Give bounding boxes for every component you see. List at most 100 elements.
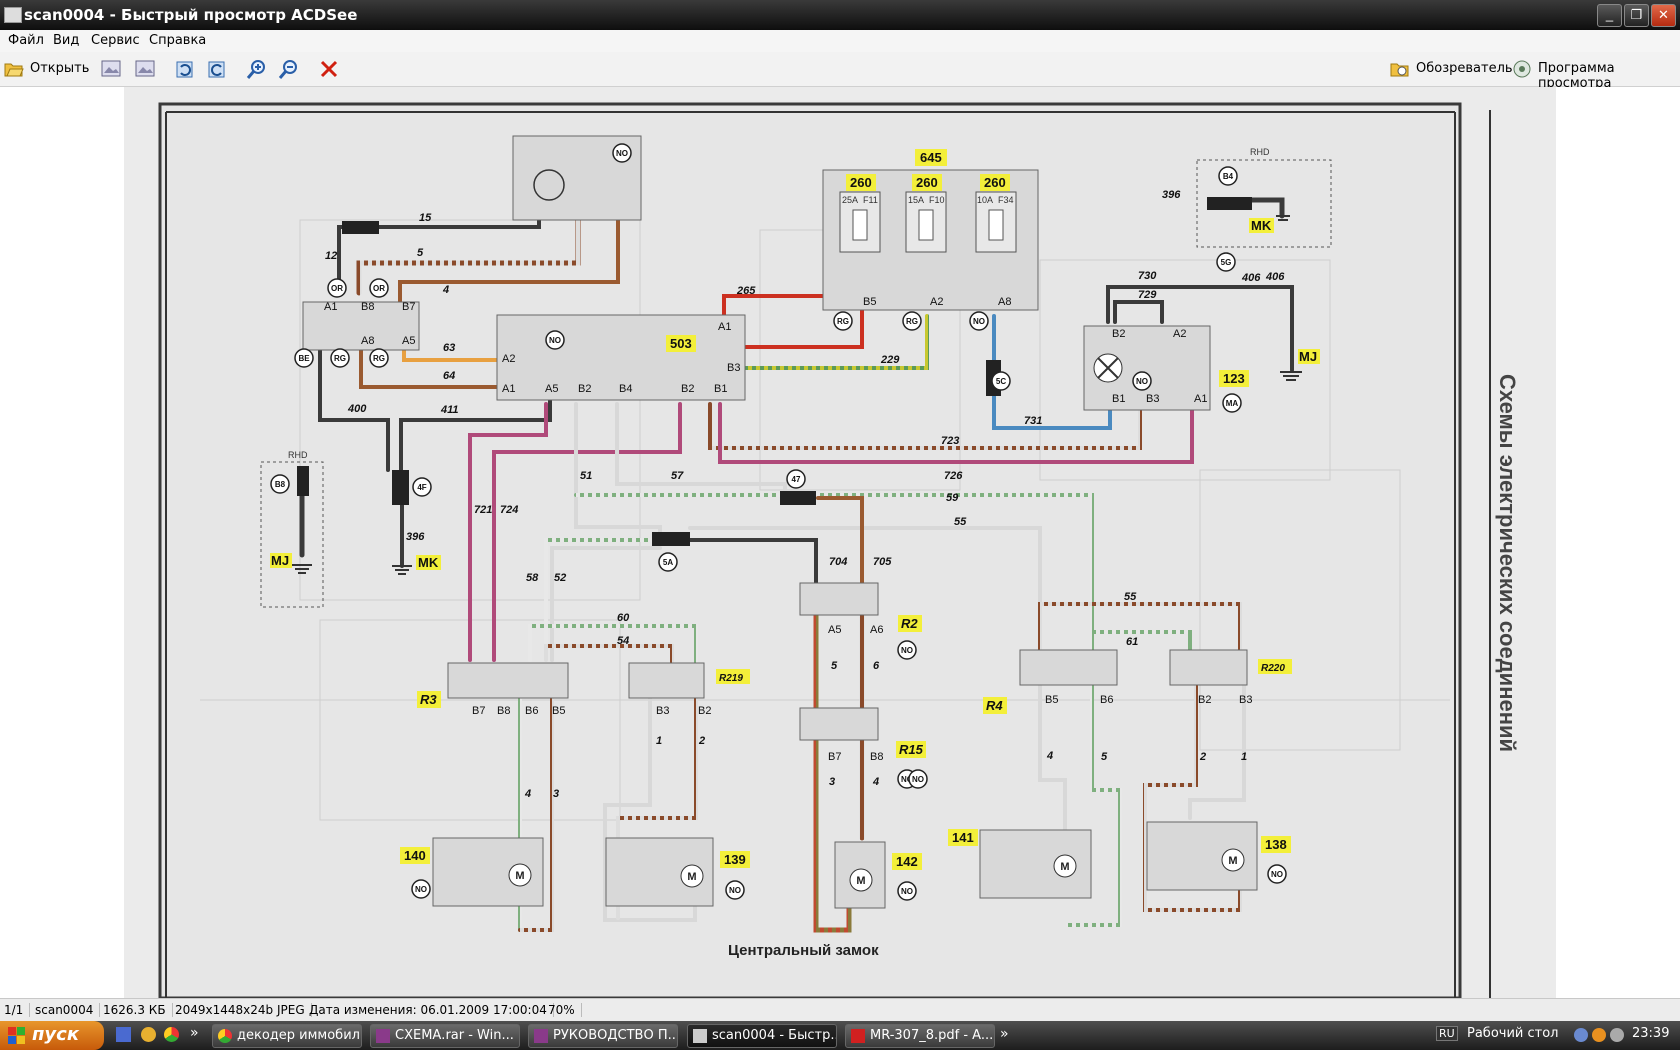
task-item[interactable]: СХЕМА.rar - Win... [370, 1024, 520, 1048]
next-image-icon[interactable] [134, 58, 156, 80]
label-r220: R220 [1261, 663, 1285, 674]
pin-label: A5 [402, 335, 415, 347]
pin-label: B8 [361, 301, 374, 313]
menu-bar: Файл Вид Сервис Справка [0, 30, 1680, 52]
menu-tools[interactable]: Сервис [91, 33, 140, 48]
acdsee-app-icon[interactable] [4, 7, 22, 23]
svg-text:M: M [515, 870, 524, 882]
connector-badge-label: 5G [1221, 258, 1232, 267]
clock[interactable]: 23:39 [1632, 1026, 1669, 1041]
connector-badge-label: RG [334, 354, 346, 363]
wire-number: 3 [553, 788, 559, 800]
folder-open-icon [4, 63, 24, 77]
menu-help[interactable]: Справка [149, 33, 206, 48]
tray-network-icon[interactable] [1574, 1028, 1588, 1042]
label-140: 140 [404, 848, 426, 863]
task-item[interactable]: декодер иммобил... [212, 1024, 362, 1048]
pin-label: B2 [578, 383, 591, 395]
zoom-in-icon[interactable] [246, 58, 268, 80]
connector-badge-label: NO [549, 336, 561, 345]
pdf-icon [851, 1029, 865, 1043]
close-button[interactable]: ✕ [1651, 4, 1676, 27]
quicklaunch-save-icon[interactable] [116, 1027, 131, 1042]
status-image-info: 2049x1448x24b JPEG [175, 1003, 312, 1017]
quicklaunch-more-icon[interactable]: » [190, 1025, 199, 1041]
menu-view[interactable]: Вид [53, 33, 79, 48]
tray-app-icon[interactable] [1592, 1028, 1606, 1042]
wire-number: 1 [1241, 751, 1247, 763]
pin-label: B5 [1045, 694, 1058, 706]
wire-number: 730 [1138, 270, 1157, 282]
wire-number: 63 [443, 342, 455, 354]
task-item[interactable]: MR-307_8.pdf - A... [845, 1024, 995, 1048]
viewer-button[interactable]: Программа просмотра [1512, 57, 1672, 91]
rotate-right-icon[interactable] [206, 58, 228, 80]
wire-number: 1 [656, 735, 662, 747]
connector-badge-label: 5A [663, 558, 673, 567]
wire-number: 726 [944, 470, 963, 482]
connector-badge-label: NO [901, 887, 913, 896]
delete-icon[interactable] [318, 58, 340, 80]
wire-number: 406 [1241, 272, 1261, 284]
chrome-icon[interactable] [164, 1027, 179, 1042]
tray-volume-icon[interactable] [1610, 1028, 1624, 1042]
wire-number: 51 [580, 470, 592, 482]
task-item-active[interactable]: scan0004 - Быстр... [687, 1024, 837, 1048]
wire-number: 705 [873, 556, 892, 568]
label-123: 123 [1223, 371, 1245, 386]
pin-label: B2 [681, 383, 694, 395]
wire-number: 6 [873, 660, 880, 672]
label-139: 139 [724, 852, 746, 867]
svg-text:15A: 15A [908, 195, 924, 205]
restore-button[interactable]: ❐ [1624, 4, 1649, 27]
toolbar: Открыть Обозреватель Программа просмотра [0, 52, 1680, 91]
minimize-button[interactable]: _ [1597, 4, 1622, 27]
wire-number: 265 [736, 285, 756, 297]
wire-number: 411 [440, 404, 459, 416]
pin-label: A2 [930, 296, 943, 308]
label-r219: R219 [719, 673, 743, 684]
pin-label: B7 [472, 705, 485, 717]
status-filesize: 1626.3 КБ [103, 1003, 173, 1017]
wire-number: 3 [829, 776, 835, 788]
task-item[interactable]: РУКОВОДСТВО П... [528, 1024, 678, 1048]
taskbar-more-icon[interactable]: » [1000, 1026, 1009, 1042]
label-r2: R2 [901, 616, 918, 631]
menu-file[interactable]: Файл [8, 33, 44, 48]
wire-number: 4 [1046, 750, 1053, 762]
wire-number: 4 [524, 788, 531, 800]
start-button[interactable]: пуск [0, 1021, 104, 1050]
zoom-out-icon[interactable] [278, 58, 300, 80]
wire-number: 724 [500, 504, 518, 516]
label-r4: R4 [986, 698, 1003, 713]
chrome-task-icon [218, 1029, 232, 1043]
pin-label: A6 [870, 624, 883, 636]
label-rhd-top: RHD [1250, 147, 1270, 157]
rotate-left-icon[interactable] [174, 58, 196, 80]
image-viewer[interactable]: Схемы электрических соединений M M M M M… [0, 87, 1680, 998]
svg-text:F34: F34 [998, 195, 1014, 205]
side-title: Схемы электрических соединений [1495, 374, 1520, 752]
label-260-a: 260 [850, 175, 872, 190]
wire-number: 4 [442, 284, 449, 296]
connector-badge-label: B4 [1223, 172, 1234, 181]
wire-number: 54 [617, 635, 629, 647]
wire-number: 729 [1138, 289, 1157, 301]
wire-number: 731 [1024, 415, 1042, 427]
wire-number: 229 [880, 354, 900, 366]
open-button[interactable]: Открыть [4, 57, 89, 81]
wire-number: 4 [872, 776, 879, 788]
pin-label: B7 [828, 751, 841, 763]
connector-badge-label: NO [1136, 377, 1148, 386]
wiring-diagram-image[interactable]: Схемы электрических соединений M M MM M … [0, 87, 1680, 998]
status-bar: 1/1 scan0004 1626.3 КБ 2049x1448x24b JPE… [0, 998, 1680, 1021]
browser-button[interactable]: Обозреватель [1390, 57, 1513, 81]
previous-image-icon[interactable] [100, 58, 122, 80]
language-indicator[interactable]: RU [1436, 1026, 1458, 1041]
pin-label: B8 [497, 705, 510, 717]
quicklaunch-app-icon[interactable] [141, 1027, 156, 1042]
winrar-icon [376, 1029, 390, 1043]
show-desktop[interactable]: Рабочий стол [1467, 1026, 1558, 1041]
wire-number: 52 [554, 572, 566, 584]
wire-number: 721 [474, 504, 492, 516]
